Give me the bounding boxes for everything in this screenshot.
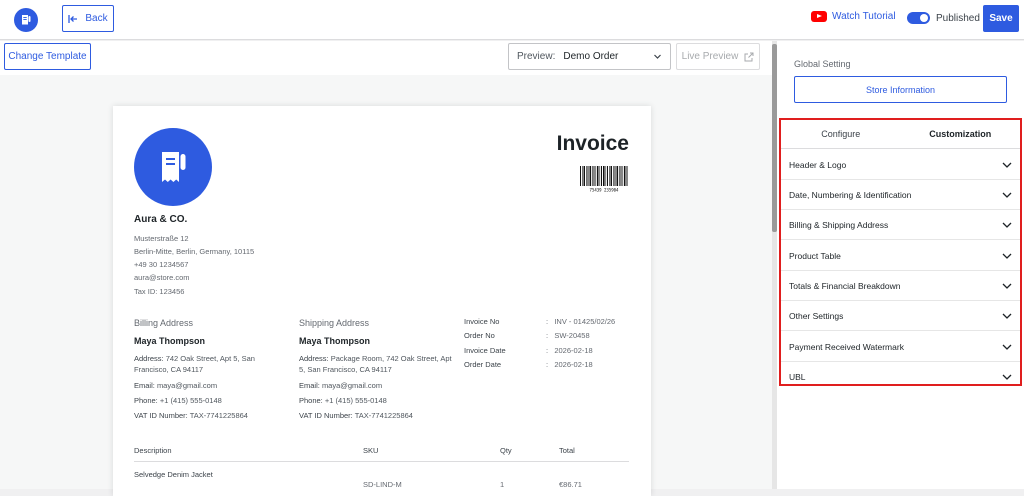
- meta-label: Invoice No: [464, 317, 500, 326]
- settings-tabs: Configure Customization: [781, 120, 1020, 149]
- meta-value: : SW-20458: [546, 331, 590, 340]
- billing-vat: VAT ID Number: TAX-7741225864: [134, 411, 248, 420]
- chevron-down-icon: [1002, 192, 1012, 198]
- billing-heading: Billing Address: [134, 318, 194, 328]
- preview-prefix: Preview:: [517, 51, 556, 62]
- company-address-line: Berlin-Mitte, Berlin, Germany, 10115: [134, 247, 255, 256]
- table-cell-description: Selvedge Denim Jacket: [134, 470, 213, 479]
- shipping-vat: VAT ID Number: TAX-7741225864: [299, 411, 413, 420]
- accordion-ubl[interactable]: UBL: [781, 362, 1020, 392]
- meta-value: : 2026-02-18: [546, 360, 593, 369]
- meta-label: Order No: [464, 331, 495, 340]
- invoice-logo-icon: [134, 128, 212, 206]
- external-link-icon: [744, 52, 754, 61]
- settings-sidebar: Global Setting Store Information Configu…: [777, 41, 1024, 489]
- table-cell-qty: 1: [500, 480, 505, 489]
- chevron-down-icon: [1002, 313, 1012, 319]
- billing-phone: Phone: +1 (415) 555-0148: [134, 396, 222, 405]
- watch-tutorial-link[interactable]: Watch Tutorial: [811, 11, 896, 22]
- billing-email: Email: maya@gmail.com: [134, 381, 218, 390]
- save-button[interactable]: Save: [983, 5, 1019, 32]
- watch-tutorial-label: Watch Tutorial: [832, 11, 896, 22]
- shipping-heading: Shipping Address: [299, 318, 370, 328]
- live-preview-label: Live Preview: [681, 51, 739, 62]
- invoice-document: Invoice 75439 235904 Aura & CO. Musterst…: [113, 106, 651, 496]
- billing-address: Address: 742 Oak Street, Apt 5, San Fran…: [134, 354, 255, 374]
- tab-customization[interactable]: Customization: [901, 120, 1021, 148]
- chevron-down-icon: [1002, 374, 1012, 380]
- accordion-product-table[interactable]: Product Table: [781, 241, 1020, 271]
- meta-label: Invoice Date: [464, 346, 506, 355]
- table-header-sku: SKU: [363, 446, 379, 455]
- global-setting-label: Global Setting: [794, 59, 851, 69]
- shipping-phone: Phone: +1 (415) 555-0148: [299, 396, 387, 405]
- accordion-payment-watermark[interactable]: Payment Received Watermark: [781, 332, 1020, 362]
- top-bar: Back Watch Tutorial Published Save: [0, 0, 1024, 40]
- published-toggle[interactable]: [907, 12, 930, 24]
- company-phone: +49 30 1234567: [134, 260, 189, 269]
- shipping-address: Address: Package Room, 742 Oak Street, A…: [299, 354, 452, 374]
- shipping-email: Email: maya@gmail.com: [299, 381, 383, 390]
- table-header-qty: Qty: [500, 446, 512, 455]
- invoice-title: Invoice: [556, 132, 629, 155]
- billing-name: Maya Thompson: [134, 336, 206, 346]
- preview-select[interactable]: Preview: Demo Order: [508, 43, 671, 70]
- company-address-line: Musterstraße 12: [134, 234, 189, 243]
- accordion-billing-shipping[interactable]: Billing & Shipping Address: [781, 210, 1020, 240]
- chevron-down-icon: [654, 54, 661, 59]
- back-button[interactable]: Back: [62, 5, 114, 32]
- meta-label: Order Date: [464, 360, 502, 369]
- company-name: Aura & CO.: [134, 214, 188, 225]
- table-cell-sku: SD-LIND-M: [363, 480, 402, 489]
- accordion-other-settings[interactable]: Other Settings: [781, 301, 1020, 331]
- chevron-down-icon: [1002, 162, 1012, 168]
- back-label: Back: [85, 13, 108, 24]
- app-logo-icon: [14, 8, 38, 32]
- youtube-icon: [811, 11, 827, 22]
- table-cell-total: €86.71: [559, 480, 582, 489]
- chevron-down-icon: [1002, 253, 1012, 259]
- barcode-number: 75439 235904: [590, 188, 619, 193]
- barcode-icon: 75439 235904: [580, 166, 628, 193]
- company-email: aura@store.com: [134, 273, 190, 282]
- company-tax-id: Tax ID: 123456: [134, 287, 185, 296]
- chevron-down-icon: [1002, 344, 1012, 350]
- shipping-name: Maya Thompson: [299, 336, 371, 346]
- meta-value: : INV - 01425/02/26: [546, 317, 616, 326]
- change-template-button[interactable]: Change Template: [4, 43, 91, 70]
- accordion-date-numbering[interactable]: Date, Numbering & Identification: [781, 180, 1020, 210]
- table-header-description: Description: [134, 446, 172, 455]
- preview-value: Demo Order: [563, 51, 619, 62]
- tab-configure[interactable]: Configure: [781, 120, 901, 148]
- chevron-down-icon: [1002, 222, 1012, 228]
- published-toggle-group: Published: [907, 12, 980, 24]
- table-header-total: Total: [559, 446, 575, 455]
- meta-value: : 2026-02-18: [546, 346, 593, 355]
- table-divider: [134, 461, 629, 462]
- store-information-button[interactable]: Store Information: [794, 76, 1007, 103]
- settings-panel: Configure Customization Header & Logo Da…: [779, 118, 1022, 386]
- published-label: Published: [936, 12, 980, 24]
- back-arrow-icon: [68, 14, 78, 23]
- accordion-totals[interactable]: Totals & Financial Breakdown: [781, 271, 1020, 301]
- chevron-down-icon: [1002, 283, 1012, 289]
- accordion-header-logo[interactable]: Header & Logo: [781, 150, 1020, 180]
- live-preview-button[interactable]: Live Preview: [676, 43, 760, 70]
